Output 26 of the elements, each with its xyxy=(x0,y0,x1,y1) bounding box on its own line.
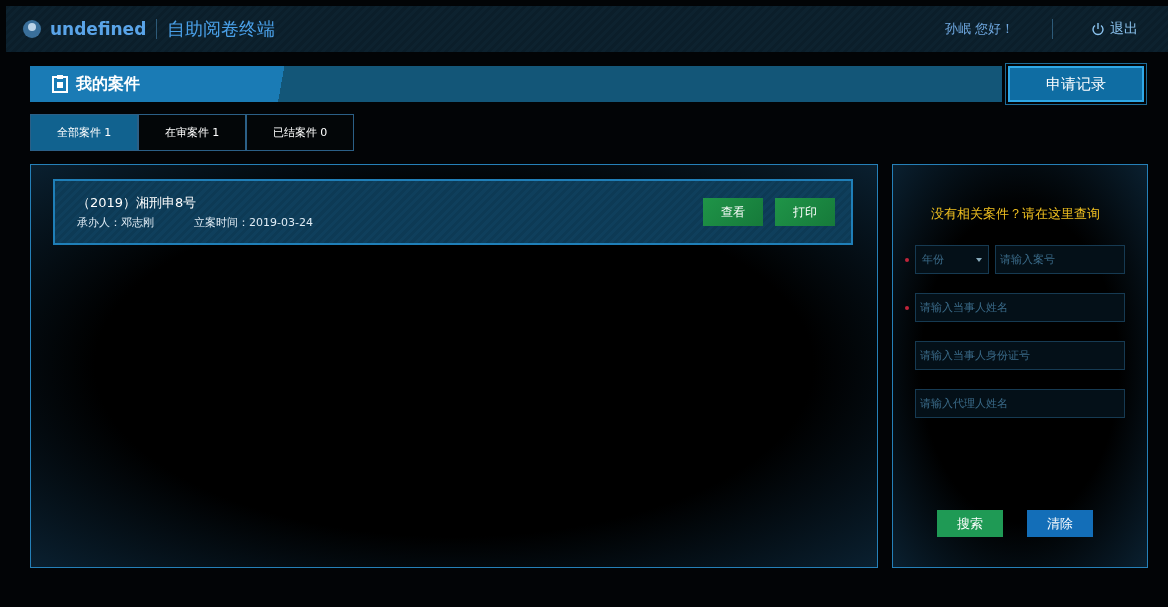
tab[interactable]: 在审案件 1 xyxy=(138,114,246,151)
case-action-button[interactable]: 打印 xyxy=(775,198,835,226)
emblem-icon xyxy=(22,18,42,40)
input-field[interactable]: 请输入当事人姓名 xyxy=(915,293,1125,322)
case-handler: 承办人：邓志刚 xyxy=(77,215,154,230)
tab[interactable]: 全部案件 1 xyxy=(30,114,138,151)
logout-button[interactable]: 退出 xyxy=(1091,20,1138,38)
section-title: 我的案件 xyxy=(76,73,140,95)
year-select[interactable]: 年份 xyxy=(915,245,989,274)
brand-name: undefined xyxy=(50,19,147,39)
input-field[interactable]: 请输入代理人姓名 xyxy=(915,389,1125,418)
case-date: 立案时间：2019-03-24 xyxy=(194,215,313,230)
case-action-button[interactable]: 查看 xyxy=(703,198,763,226)
clipboard-icon xyxy=(52,75,68,93)
input-field[interactable]: 请输入当事人身份证号 xyxy=(915,341,1125,370)
records-button[interactable]: 申请记录 xyxy=(1008,66,1144,102)
form-button[interactable]: 搜索 xyxy=(937,510,1003,537)
input-field[interactable]: 请输入案号 xyxy=(995,245,1125,274)
case-title: （2019）湘刑申8号 xyxy=(77,194,198,212)
app-title: 自助阅卷终端 xyxy=(167,17,276,41)
power-icon xyxy=(1091,22,1105,36)
caret-icon xyxy=(976,257,982,262)
form-button[interactable]: 清除 xyxy=(1027,510,1093,537)
search-prompt: 没有相关案件？请在这里查询 xyxy=(930,205,1100,223)
tab[interactable]: 已结案件 0 xyxy=(246,114,354,151)
user-greeting: 孙岷 您好！ xyxy=(944,20,1014,38)
